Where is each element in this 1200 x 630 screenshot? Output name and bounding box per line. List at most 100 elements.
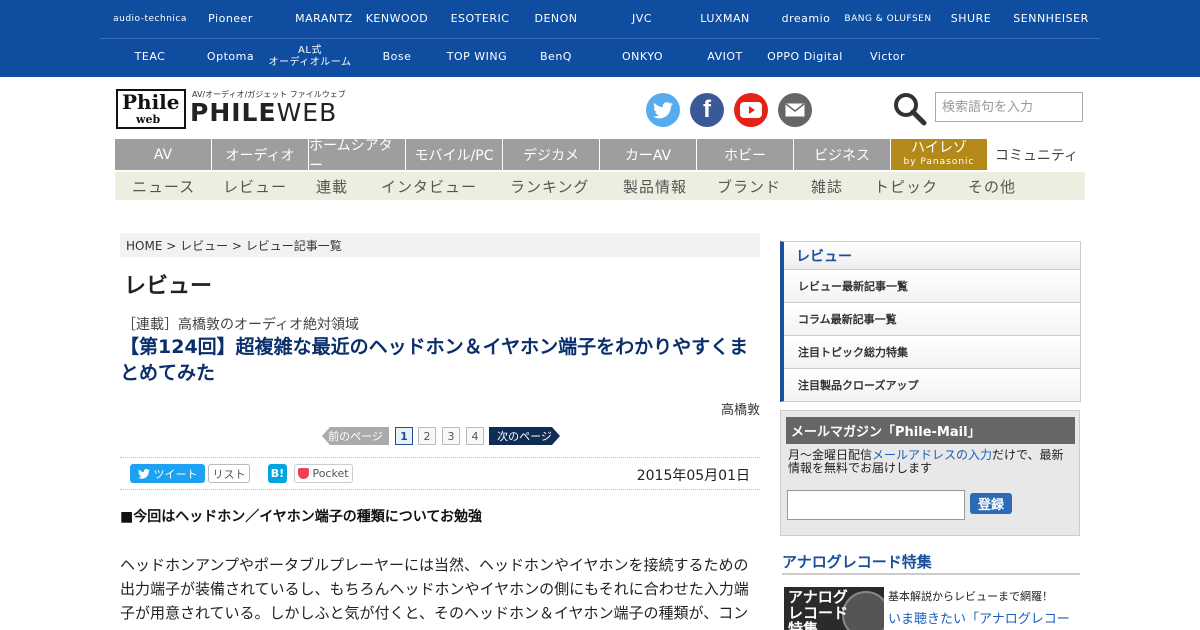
subnav-item[interactable]: 連載 — [316, 172, 348, 200]
page-link-4[interactable]: 4 — [466, 427, 484, 445]
nav-item-hires[interactable]: ハイレゾ by Panasonic — [891, 139, 988, 170]
brand-row-2: TEAC Optoma AL式 オーディオルーム Bose TOP WING BenQ ON… — [100, 38, 1100, 76]
nav-item[interactable]: モバイル/PC — [406, 139, 503, 170]
youtube-icon[interactable] — [734, 93, 768, 127]
mail-address-input[interactable] — [787, 490, 965, 520]
nav-item[interactable]: カーAV — [600, 139, 697, 170]
brand-link[interactable]: SENNHEISER — [1005, 0, 1097, 38]
brand-link[interactable]: AL式 オーディオルーム — [265, 38, 355, 76]
brand-link[interactable]: Bose — [367, 38, 427, 76]
nav-hires-label: ハイレゾ — [911, 139, 967, 156]
brand-link[interactable]: DENON — [520, 0, 592, 38]
nav-item[interactable]: AV — [115, 139, 212, 170]
sidebar-menu-item[interactable]: 注目トピック総力特集 — [784, 336, 1080, 369]
subnav-item[interactable]: ブランド — [717, 172, 781, 200]
brand-link[interactable]: Optoma — [193, 38, 268, 76]
breadcrumb: HOME > レビュー > レビュー記事一覧 — [120, 233, 760, 257]
brand-link[interactable]: TEAC — [105, 38, 195, 76]
nav-item[interactable]: ホビー — [697, 139, 794, 170]
subnav-item[interactable]: レビュー — [223, 172, 287, 200]
page-title: レビュー — [124, 274, 213, 299]
nav-item[interactable]: デジカメ — [503, 139, 600, 170]
logo-phile-text: Phile — [122, 90, 180, 114]
brand-link[interactable]: BenQ — [520, 38, 592, 76]
page-link-1[interactable]: 1 — [395, 427, 413, 445]
brand-link[interactable]: Pioneer — [193, 0, 268, 38]
brand-link[interactable]: dreamio — [772, 0, 840, 38]
sidebar-menu-item[interactable]: コラム最新記事一覧 — [784, 303, 1080, 336]
logo-wordmark-bold: PHILE — [190, 98, 277, 127]
tweet-button[interactable]: ツイート — [130, 464, 205, 483]
subnav-item[interactable]: 雑誌 — [811, 172, 843, 200]
page-link-3[interactable]: 3 — [442, 427, 460, 445]
brand-link[interactable]: Victor — [855, 38, 920, 76]
mail-desc-link[interactable]: メールアドレスの入力 — [872, 448, 992, 462]
prev-page-button[interactable]: 前のページ — [322, 427, 389, 445]
mail-icon[interactable] — [778, 93, 812, 127]
nav-item[interactable]: ビジネス — [794, 139, 891, 170]
brand-link[interactable]: MARANTZ — [280, 0, 368, 38]
pocket-icon — [298, 468, 310, 479]
list-button[interactable]: リスト — [208, 464, 250, 483]
brand-link[interactable]: SHURE — [942, 0, 1000, 38]
brand-link[interactable]: audio-technica — [100, 0, 200, 38]
facebook-icon[interactable]: f — [690, 93, 724, 127]
brand-link[interactable]: AVIOT — [690, 38, 760, 76]
share-bar: ツイート リスト B! Pocket 2015年05月01日 — [120, 457, 760, 490]
nav-item[interactable]: オーディオ — [212, 139, 309, 170]
mail-desc-before: 月～金曜日配信 — [788, 448, 873, 462]
subnav-item[interactable]: ランキング — [510, 172, 590, 200]
analog-record-thumbnail[interactable]: アナログレコード特集 — [784, 587, 884, 630]
analog-record-heading: アナログレコード特集 — [782, 551, 1080, 575]
article-body: ヘッドホンアンプやポータブルプレーヤーには当然、ヘッドホンやイヤホンを接続するた… — [120, 556, 749, 622]
nav-hires-sub: by Panasonic — [903, 156, 975, 167]
pocket-button[interactable]: Pocket — [294, 464, 353, 483]
subnav-item[interactable]: その他 — [968, 172, 1016, 200]
brand-link[interactable]: TOP WING — [437, 38, 517, 76]
brand-link[interactable]: BANG & OLUFSEN — [842, 0, 934, 38]
main-nav: AV オーディオ ホームシアター モバイル/PC デジカメ カーAV ホビー ビジネス ハイレゾ… — [115, 138, 1085, 174]
subnav-item[interactable]: トピック — [874, 172, 938, 200]
brand-link[interactable]: OPPO Digital — [765, 38, 845, 76]
subnav-item[interactable]: インタビュー — [381, 172, 477, 200]
article-author: 高橋敦 — [720, 403, 760, 418]
record-disc-icon — [842, 591, 884, 630]
mail-magazine-title: メールマガジン「Phile-Mail」 — [786, 417, 1075, 444]
hatena-bookmark-button[interactable]: B! — [268, 464, 287, 483]
mail-magazine-description: 月～金曜日配信メールアドレスの入力だけで、最新情報を無料でお届けします — [788, 449, 1073, 475]
twitter-icon[interactable] — [646, 93, 680, 127]
analog-record-subtitle: 基本解説からレビューまで網羅！ — [888, 590, 1053, 603]
next-page-button[interactable]: 次のページ — [489, 427, 560, 445]
mail-magazine-box: メールマガジン「Phile-Mail」 月～金曜日配信メールアドレスの入力だけで… — [780, 410, 1080, 536]
logo-web-text: web — [136, 113, 161, 126]
brand-link[interactable]: ONKYO — [600, 38, 685, 76]
nav-item[interactable]: ホームシアター — [309, 138, 406, 174]
mail-register-button[interactable]: 登録 — [970, 493, 1012, 514]
sidebar-menu-title[interactable]: レビュー — [784, 242, 1080, 270]
tweet-label: ツイート — [153, 467, 198, 481]
analog-thumb-text: アナログレコード特集 — [788, 588, 849, 630]
sidebar-menu-item[interactable]: 注目製品クローズアップ — [784, 369, 1080, 401]
series-label[interactable]: ［連載］高橋敦のオーディオ絶対領域 — [122, 314, 359, 334]
brand-link[interactable]: LUXMAN — [690, 0, 760, 38]
subnav-item[interactable]: ニュース — [132, 172, 195, 200]
brand-link[interactable]: ESOTERIC — [440, 0, 520, 38]
page-link-2[interactable]: 2 — [418, 427, 436, 445]
analog-record-link[interactable]: いま聴きたい「アナログレコー — [888, 608, 1070, 627]
sidebar-menu-item[interactable]: レビュー最新記事一覧 — [784, 270, 1080, 303]
search-icon[interactable] — [893, 92, 927, 126]
nav-item-community[interactable]: コミュニティ — [988, 139, 1085, 170]
pocket-label: Pocket — [312, 467, 349, 480]
brand-link[interactable]: KENWOOD — [362, 0, 432, 38]
subnav-item[interactable]: 製品情報 — [623, 172, 687, 200]
sidebar-menu: レビュー レビュー最新記事一覧 コラム最新記事一覧 注目トピック総力特集 注目製品クロ… — [780, 241, 1081, 402]
article-date: 2015年05月01日 — [636, 468, 750, 484]
brand-row-1: audio-technica Pioneer MARANTZ KENWOOD ESOTE… — [100, 0, 1100, 39]
site-logo[interactable]: Phile web AV/オーディオ/ガジェット ファイルウェブ PHILEWE… — [116, 89, 346, 129]
logo-badge: Phile web — [116, 89, 186, 129]
brand-link[interactable]: JVC — [598, 0, 686, 38]
search-input[interactable] — [935, 92, 1083, 122]
section-heading: ■今回はヘッドホン／イヤホン端子の種類についてお勉強 — [120, 509, 482, 525]
twitter-bird-icon — [137, 468, 150, 479]
logo-wordmark-light: WEB — [276, 98, 338, 127]
